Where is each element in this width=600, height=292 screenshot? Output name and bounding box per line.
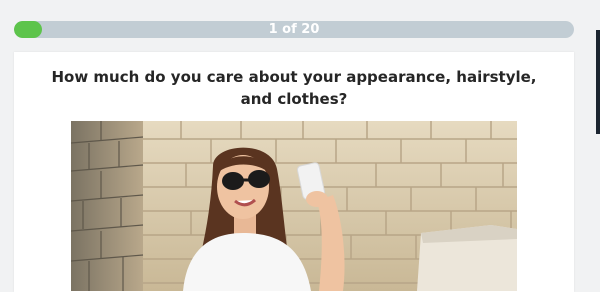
side-panel-edge <box>596 30 600 134</box>
question-card: How much do you care about your appearan… <box>14 52 574 292</box>
progress-bar: 1 of 20 <box>14 21 574 38</box>
question-image <box>71 121 517 291</box>
question-text: How much do you care about your appearan… <box>51 68 537 108</box>
progress-label: 1 of 20 <box>268 22 320 37</box>
photo-woman-selfie-illustration <box>71 121 517 291</box>
